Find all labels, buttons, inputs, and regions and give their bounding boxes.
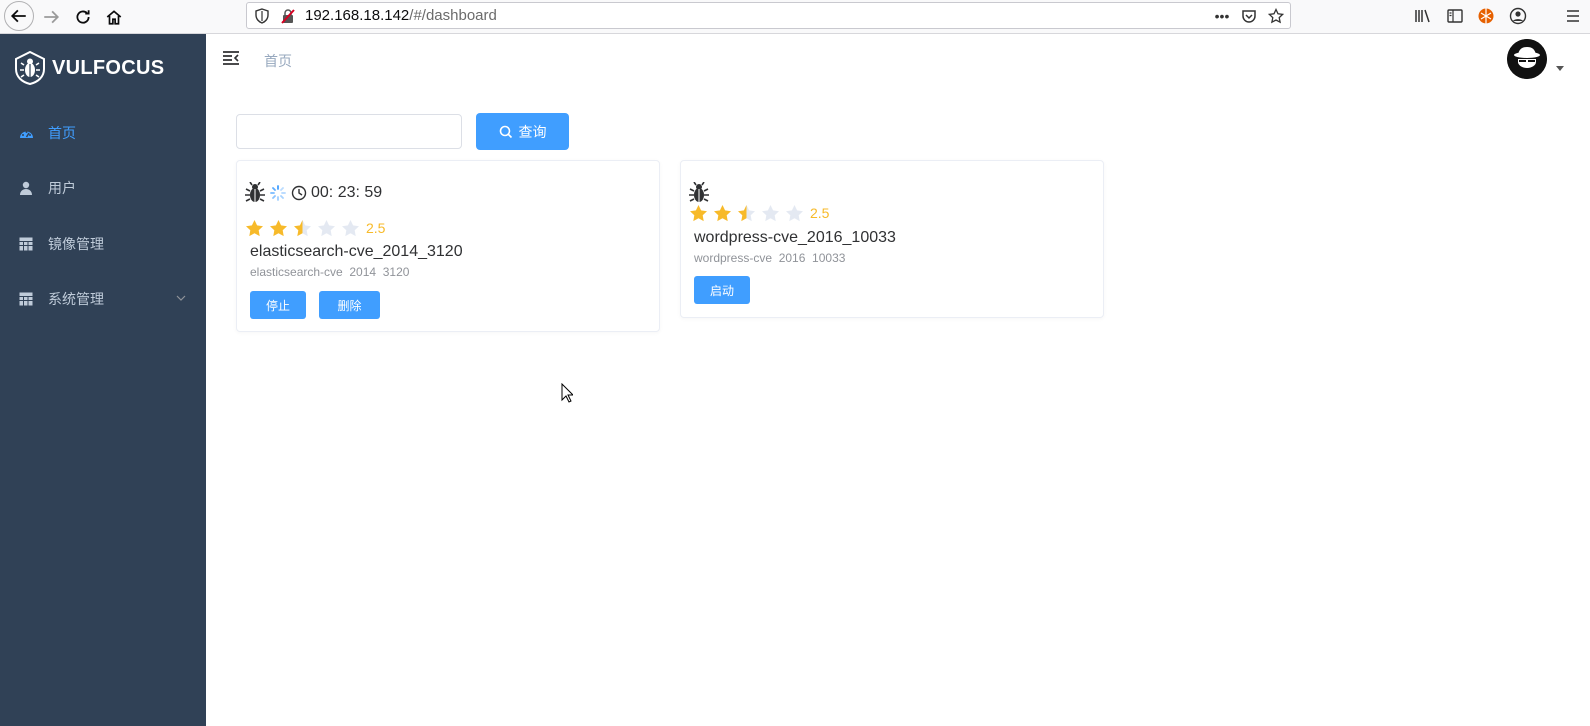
start-button[interactable]: 启动	[694, 276, 750, 304]
extension-icon[interactable]	[1475, 5, 1497, 27]
browser-toolbar: 192.168.18.142/#/dashboard •••	[0, 0, 1590, 34]
card-description: elasticsearch-cve 2014 3120	[250, 265, 410, 279]
insecure-lock-icon[interactable]	[280, 8, 296, 24]
search-button-label: 查询	[518, 123, 547, 140]
back-icon[interactable]	[4, 1, 34, 31]
bug-icon	[245, 182, 265, 202]
search-icon	[499, 125, 512, 138]
sidebar-item-label: 镜像管理	[48, 236, 104, 252]
avatar[interactable]	[1507, 39, 1547, 79]
clock-icon	[291, 185, 307, 201]
sidebar-item-label: 系统管理	[48, 291, 104, 307]
sidebar-item-images[interactable]: 镜像管理	[0, 216, 206, 272]
mouse-cursor-icon	[561, 383, 573, 403]
url-bar[interactable]: 192.168.18.142/#/dashboard •••	[246, 2, 1291, 29]
reload-icon[interactable]	[69, 3, 97, 31]
search-button[interactable]: 查询	[476, 113, 569, 150]
menu-icon[interactable]	[1562, 5, 1584, 27]
star-icon[interactable]	[689, 204, 708, 222]
loading-icon	[270, 185, 286, 201]
rating-stars[interactable]	[689, 204, 804, 222]
star-icon[interactable]	[761, 204, 780, 222]
star-icon[interactable]	[341, 219, 360, 237]
hamburger-icon[interactable]	[222, 50, 240, 66]
rating-stars[interactable]	[245, 219, 360, 237]
dashboard-icon	[18, 125, 34, 141]
rating-value: 2.5	[366, 220, 386, 236]
home-icon[interactable]	[100, 3, 128, 31]
url-text: 192.168.18.142/#/dashboard	[305, 7, 497, 24]
chevron-down-icon[interactable]	[176, 293, 186, 303]
library-icon[interactable]	[1412, 5, 1434, 27]
stop-button[interactable]: 停止	[250, 291, 306, 319]
bookmark-star-icon[interactable]	[1268, 8, 1284, 24]
user-icon	[18, 180, 34, 196]
sidebar: VULFOCUS 首页 用户 镜像管理 系统管理	[0, 34, 206, 726]
breadcrumb: 首页	[264, 53, 292, 69]
more-icon[interactable]: •••	[1213, 7, 1231, 25]
table-icon	[18, 236, 34, 252]
countdown-timer: 00: 23: 59	[311, 184, 383, 201]
sidebar-item-system[interactable]: 系统管理	[0, 271, 206, 327]
card-title: wordpress-cve_2016_10033	[694, 229, 896, 246]
star-icon[interactable]	[737, 204, 756, 222]
image-card: 00: 23: 59 2.5 elasticsearch-cve_2014_31…	[236, 160, 660, 332]
sidebar-item-home[interactable]: 首页	[0, 105, 206, 161]
shield-icon[interactable]	[254, 8, 270, 24]
image-card: 2.5 wordpress-cve_2016_10033 wordpress-c…	[680, 160, 1104, 318]
sidebar-item-label: 用户	[48, 180, 76, 196]
caret-down-icon[interactable]	[1556, 66, 1564, 71]
search-input[interactable]	[236, 114, 462, 149]
rating-value: 2.5	[810, 205, 830, 221]
star-icon[interactable]	[785, 204, 804, 222]
logo-text: VULFOCUS	[52, 56, 165, 79]
table-icon	[18, 291, 34, 307]
forward-icon[interactable]	[37, 3, 65, 31]
sidebar-item-users[interactable]: 用户	[0, 160, 206, 216]
star-icon[interactable]	[245, 219, 264, 237]
star-icon[interactable]	[293, 219, 312, 237]
sidebar-item-label: 首页	[48, 125, 76, 141]
account-icon[interactable]	[1507, 5, 1529, 27]
logo-bug-shield-icon	[15, 51, 45, 85]
card-description: wordpress-cve 2016 10033	[694, 251, 846, 265]
pocket-icon[interactable]	[1241, 8, 1257, 24]
star-icon[interactable]	[317, 219, 336, 237]
star-icon[interactable]	[269, 219, 288, 237]
delete-button[interactable]: 删除	[319, 291, 380, 319]
card-title: elasticsearch-cve_2014_3120	[250, 243, 463, 260]
star-icon[interactable]	[713, 204, 732, 222]
sidebar-icon[interactable]	[1444, 5, 1466, 27]
bug-icon	[689, 182, 709, 202]
logo[interactable]: VULFOCUS	[14, 51, 164, 85]
